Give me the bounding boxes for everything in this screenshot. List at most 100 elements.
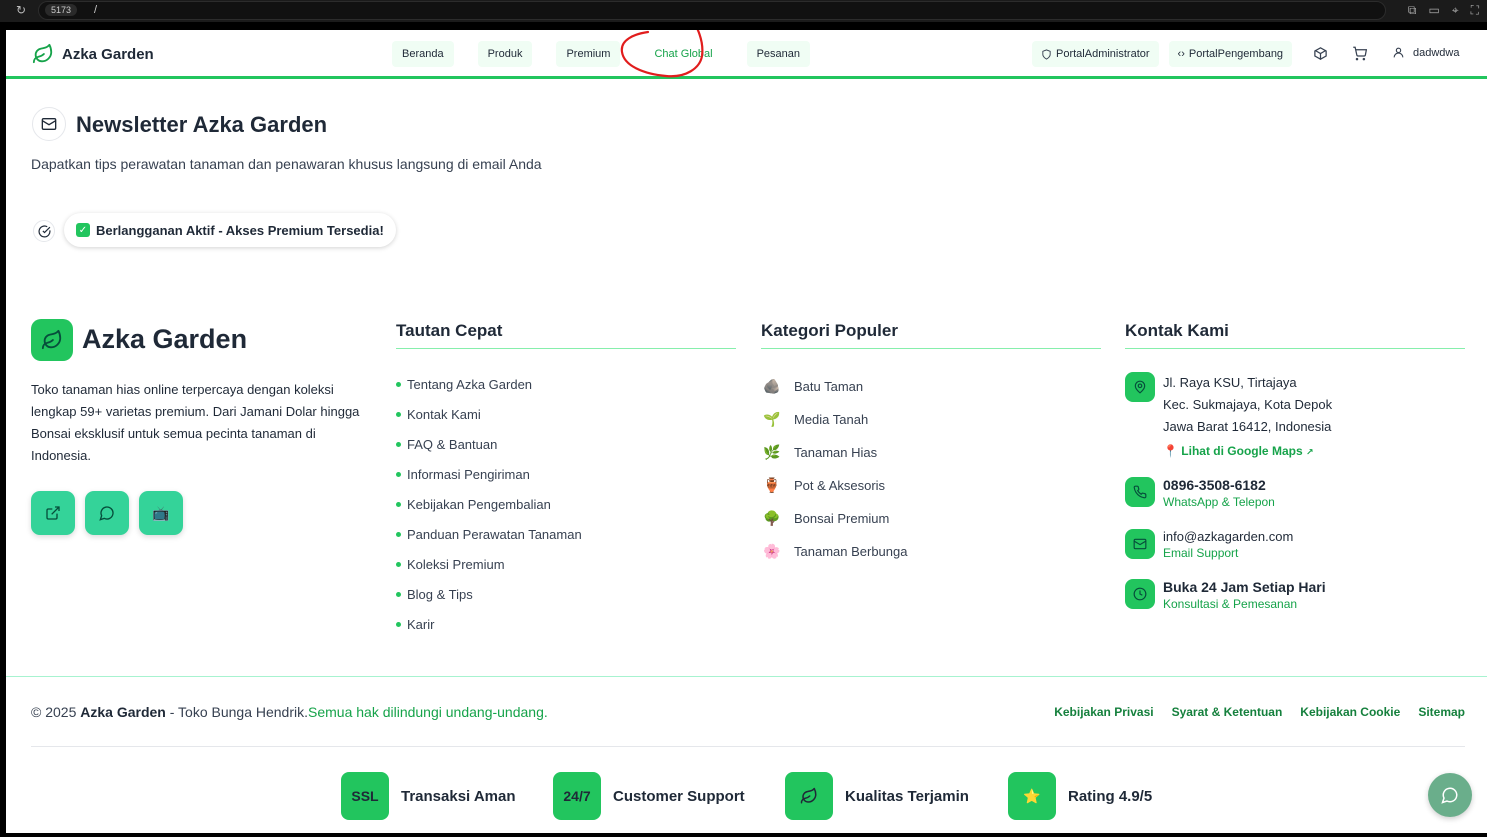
trust-label: Customer Support <box>613 787 745 805</box>
reload-icon[interactable]: ↻ <box>16 3 26 17</box>
phone-number: 0896-3508-6182 <box>1163 477 1266 493</box>
brand[interactable]: Azka Garden <box>32 43 154 65</box>
trust-label: Transaksi Aman <box>401 787 516 805</box>
subscription-status-badge: ✓ Berlangganan Aktif - Akses Premium Ter… <box>64 213 396 247</box>
quick-link[interactable]: Karir <box>396 609 582 639</box>
quick-link[interactable]: Kebijakan Pengembalian <box>396 489 582 519</box>
portal-dev-button[interactable]: ‹› PortalPengembang <box>1168 41 1293 67</box>
category-label: Tanaman Berbunga <box>794 544 908 559</box>
quick-link[interactable]: Blog & Tips <box>396 579 582 609</box>
nav-beranda[interactable]: Beranda <box>392 41 454 67</box>
quick-link[interactable]: Tentang Azka Garden <box>396 369 582 399</box>
chat-button[interactable] <box>85 491 129 535</box>
terms-link[interactable]: Syarat & Ketentuan <box>1172 705 1283 719</box>
quick-link[interactable]: Panduan Perawatan Tanaman <box>396 519 582 549</box>
address-line: Jl. Raya KSU, Tirtajaya <box>1163 375 1297 390</box>
user-menu[interactable]: dadwdwa <box>1392 46 1459 59</box>
external-link-icon <box>46 506 60 520</box>
hours-text: Buka 24 Jam Setiap Hari <box>1163 579 1326 595</box>
subscription-status-text: Berlangganan Aktif - Akses Premium Terse… <box>96 222 384 238</box>
address-line: Jawa Barat 16412, Indonesia <box>1163 419 1332 434</box>
category-label: Bonsai Premium <box>794 511 890 526</box>
external-link-button[interactable] <box>31 491 75 535</box>
quick-link-label: Koleksi Premium <box>407 556 505 572</box>
quick-link-label: Karir <box>407 616 435 632</box>
hours-sub: Konsultasi & Pemesanan <box>1163 597 1298 611</box>
fullscreen-icon[interactable]: ⛶ <box>1471 3 1479 18</box>
chat-fab-button[interactable] <box>1428 773 1472 817</box>
user-icon <box>1393 47 1404 58</box>
cookie-link[interactable]: Kebijakan Cookie <box>1300 705 1400 719</box>
category-item[interactable]: 🌱 Media Tanah <box>762 403 907 436</box>
cart-icon[interactable] <box>1352 46 1368 66</box>
quick-link-label: Blog & Tips <box>407 586 473 602</box>
bottom-divider <box>31 746 1465 747</box>
nav-premium[interactable]: Premium <box>556 41 621 67</box>
map-pin-icon <box>1125 372 1155 402</box>
flower-icon: 🌸 <box>763 543 781 559</box>
contact-title: Kontak Kami <box>1125 321 1465 349</box>
portal-admin-button[interactable]: PortalAdministrator <box>1032 41 1159 67</box>
quick-link-label: Kontak Kami <box>407 406 481 422</box>
top-navbar: Azka Garden Beranda Produk Premium Chat … <box>6 30 1487 79</box>
footer-brand: Azka Garden <box>82 324 248 354</box>
google-maps-link[interactable]: 📍 Lihat di Google Maps ↗ <box>1163 444 1403 458</box>
quick-link-label: FAQ & Bantuan <box>407 436 498 452</box>
vase-icon: 🏺 <box>763 477 781 493</box>
code-icon: ‹› <box>1177 48 1185 60</box>
ssl-badge: SSL <box>341 772 389 820</box>
trust-badge: Kualitas Terjamin <box>785 772 969 820</box>
shield-icon <box>1042 48 1051 60</box>
main-nav: Beranda Produk Premium Chat Global Pesan… <box>392 41 834 67</box>
trust-badge: 24/7 Customer Support <box>553 772 745 820</box>
tv-button[interactable]: 📺 <box>139 491 183 535</box>
leaf-icon <box>785 772 833 820</box>
brand-name: Azka Garden <box>62 45 154 63</box>
devices-icon[interactable]: ▭ <box>1428 3 1439 18</box>
sitemap-link[interactable]: Sitemap <box>1418 705 1465 719</box>
legal-links: Kebijakan Privasi Syarat & Ketentuan Keb… <box>1054 705 1465 719</box>
category-label: Tanaman Hias <box>794 445 878 460</box>
message-circle-icon <box>1441 787 1458 804</box>
category-item[interactable]: 🌸 Tanaman Berbunga <box>762 535 907 568</box>
footer-logo <box>31 319 73 361</box>
stone-icon: 🪨 <box>763 378 781 394</box>
email-sub: Email Support <box>1163 546 1239 560</box>
quick-link-label: Kebijakan Pengembalian <box>407 496 551 512</box>
category-item[interactable]: 🪨 Batu Taman <box>762 370 907 403</box>
message-circle-icon <box>99 506 114 521</box>
copyright-brand: Azka Garden <box>80 704 166 720</box>
category-label: Batu Taman <box>794 379 864 394</box>
quick-link[interactable]: FAQ & Bantuan <box>396 429 582 459</box>
trust-label: Rating 4.9/5 <box>1068 787 1153 805</box>
url-path: / <box>94 4 98 16</box>
quick-link[interactable]: Kontak Kami <box>396 399 582 429</box>
port-chip: 5173 <box>45 4 78 16</box>
quick-links-list: Tentang Azka Garden Kontak Kami FAQ & Ba… <box>396 369 582 639</box>
open-external-icon[interactable]: ⧉ <box>1408 3 1417 18</box>
address-bar[interactable]: 5173 / <box>38 1 1386 20</box>
package-icon[interactable] <box>1313 46 1328 66</box>
phone-icon <box>1125 477 1155 507</box>
check-mark-icon: ✓ <box>76 223 90 237</box>
nav-pesanan[interactable]: Pesanan <box>746 41 810 67</box>
nav-chat-global[interactable]: Chat Global <box>644 41 723 67</box>
copyright-rights: Semua hak dilindungi undang-undang. <box>308 704 548 720</box>
category-item[interactable]: 🌿 Tanaman Hias <box>762 436 907 469</box>
phone-sub: WhatsApp & Telepon <box>1163 495 1275 509</box>
leaf-icon <box>32 43 54 65</box>
check-circle-icon <box>33 220 55 242</box>
quick-link[interactable]: Koleksi Premium <box>396 549 582 579</box>
tree-icon: 🌳 <box>763 510 781 526</box>
nav-produk[interactable]: Produk <box>477 41 533 67</box>
inspect-icon[interactable]: ⌖ <box>1452 3 1459 18</box>
quick-link[interactable]: Informasi Pengiriman <box>396 459 582 489</box>
address-line: Kec. Sukmajaya, Kota Depok <box>1163 397 1333 412</box>
external-link-icon: ↗ <box>1305 447 1314 457</box>
privacy-link[interactable]: Kebijakan Privasi <box>1054 705 1153 719</box>
herb-icon: 🌿 <box>763 444 781 460</box>
category-item[interactable]: 🌳 Bonsai Premium <box>762 502 907 535</box>
category-label: Media Tanah <box>794 412 869 427</box>
category-label: Pot & Aksesoris <box>794 478 886 493</box>
category-item[interactable]: 🏺 Pot & Aksesoris <box>762 469 907 502</box>
